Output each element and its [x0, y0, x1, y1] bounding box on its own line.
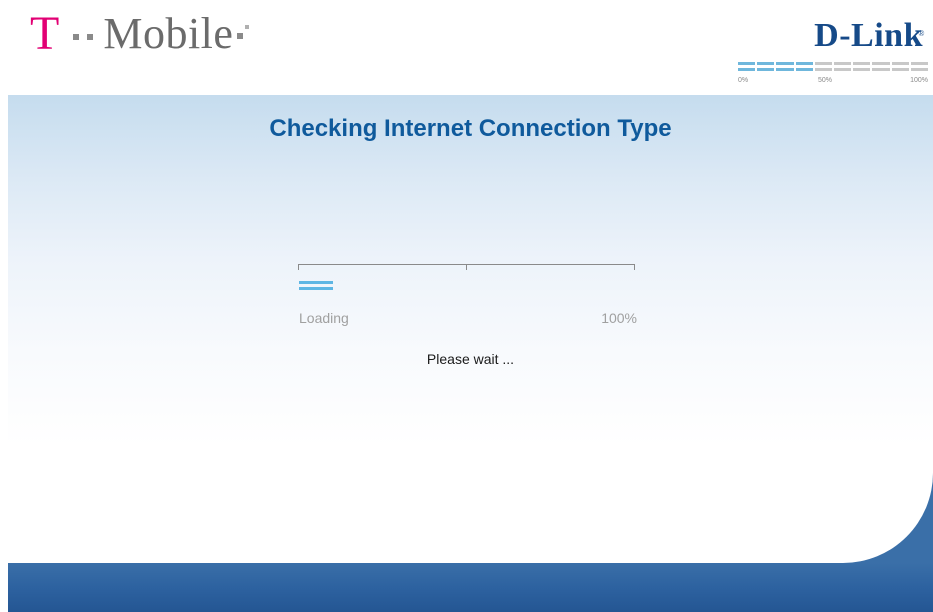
footer-band [8, 563, 933, 612]
tmobile-logo-word: Mobile [103, 9, 234, 58]
percent-label: 100% [601, 310, 637, 326]
mini-progress-segment [757, 62, 775, 65]
registered-mark: ® [918, 29, 925, 38]
progress-stripe [299, 287, 333, 290]
mini-progress-segment [891, 68, 909, 71]
tmobile-logo: T Mobile [30, 4, 250, 64]
mini-progress-segment [814, 62, 833, 65]
tmobile-logo-dots [73, 34, 94, 40]
dlink-logo-text: D-Link [814, 17, 923, 54]
mini-progress-segment [872, 62, 890, 65]
loading-progress-bar [299, 280, 635, 292]
page-title: Checking Internet Connection Type [269, 115, 672, 142]
scale-tick [634, 264, 635, 270]
mini-progress-label-end: 100% [910, 77, 928, 84]
scale-tick [298, 264, 299, 270]
logo-dot [73, 34, 80, 40]
logo-dot [237, 33, 244, 39]
mini-progress-segment [795, 68, 813, 71]
mini-progress-segment [834, 62, 852, 65]
mini-progress-segment [872, 68, 890, 71]
mini-progress-row [738, 62, 929, 65]
mini-progress-segment [795, 62, 813, 65]
loading-label: Loading [299, 310, 349, 326]
mini-progress-segment [776, 62, 794, 65]
content-panel: Checking Internet Connection Type Loadin… [8, 95, 933, 563]
scale-tick [466, 264, 467, 270]
logo-dot [87, 34, 94, 40]
mini-progress-segment [776, 68, 794, 71]
wizard-step-progress: 0% 50% 100% [738, 60, 929, 90]
mini-progress-segment [738, 68, 756, 71]
mini-progress-segment [757, 68, 775, 71]
mini-progress-label-mid: 50% [818, 77, 833, 84]
mini-progress-segment [834, 68, 852, 71]
setup-wizard-page: T Mobile D-Link ® 0% 50% 100% Checking I… [0, 0, 933, 612]
mini-progress-label-start: 0% [738, 77, 749, 84]
mini-progress-row [738, 68, 929, 71]
mini-progress-segment [891, 62, 909, 65]
dlink-logo: D-Link ® [814, 17, 925, 54]
header: T Mobile D-Link ® 0% 50% 100% [0, 0, 933, 95]
please-wait-text: Please wait ... [426, 351, 515, 367]
mini-progress-segment [738, 62, 756, 65]
mini-progress-segment [853, 62, 871, 65]
loading-progress-fill [299, 280, 333, 292]
progress-scale [298, 264, 635, 274]
mini-progress-segment [814, 68, 833, 71]
mini-progress-segment [853, 68, 871, 71]
mini-progress-segment [910, 68, 929, 71]
progress-stripe [299, 281, 333, 284]
tmobile-logo-t: T [30, 7, 60, 60]
logo-dot [245, 25, 250, 29]
mini-progress-segment [910, 62, 929, 65]
